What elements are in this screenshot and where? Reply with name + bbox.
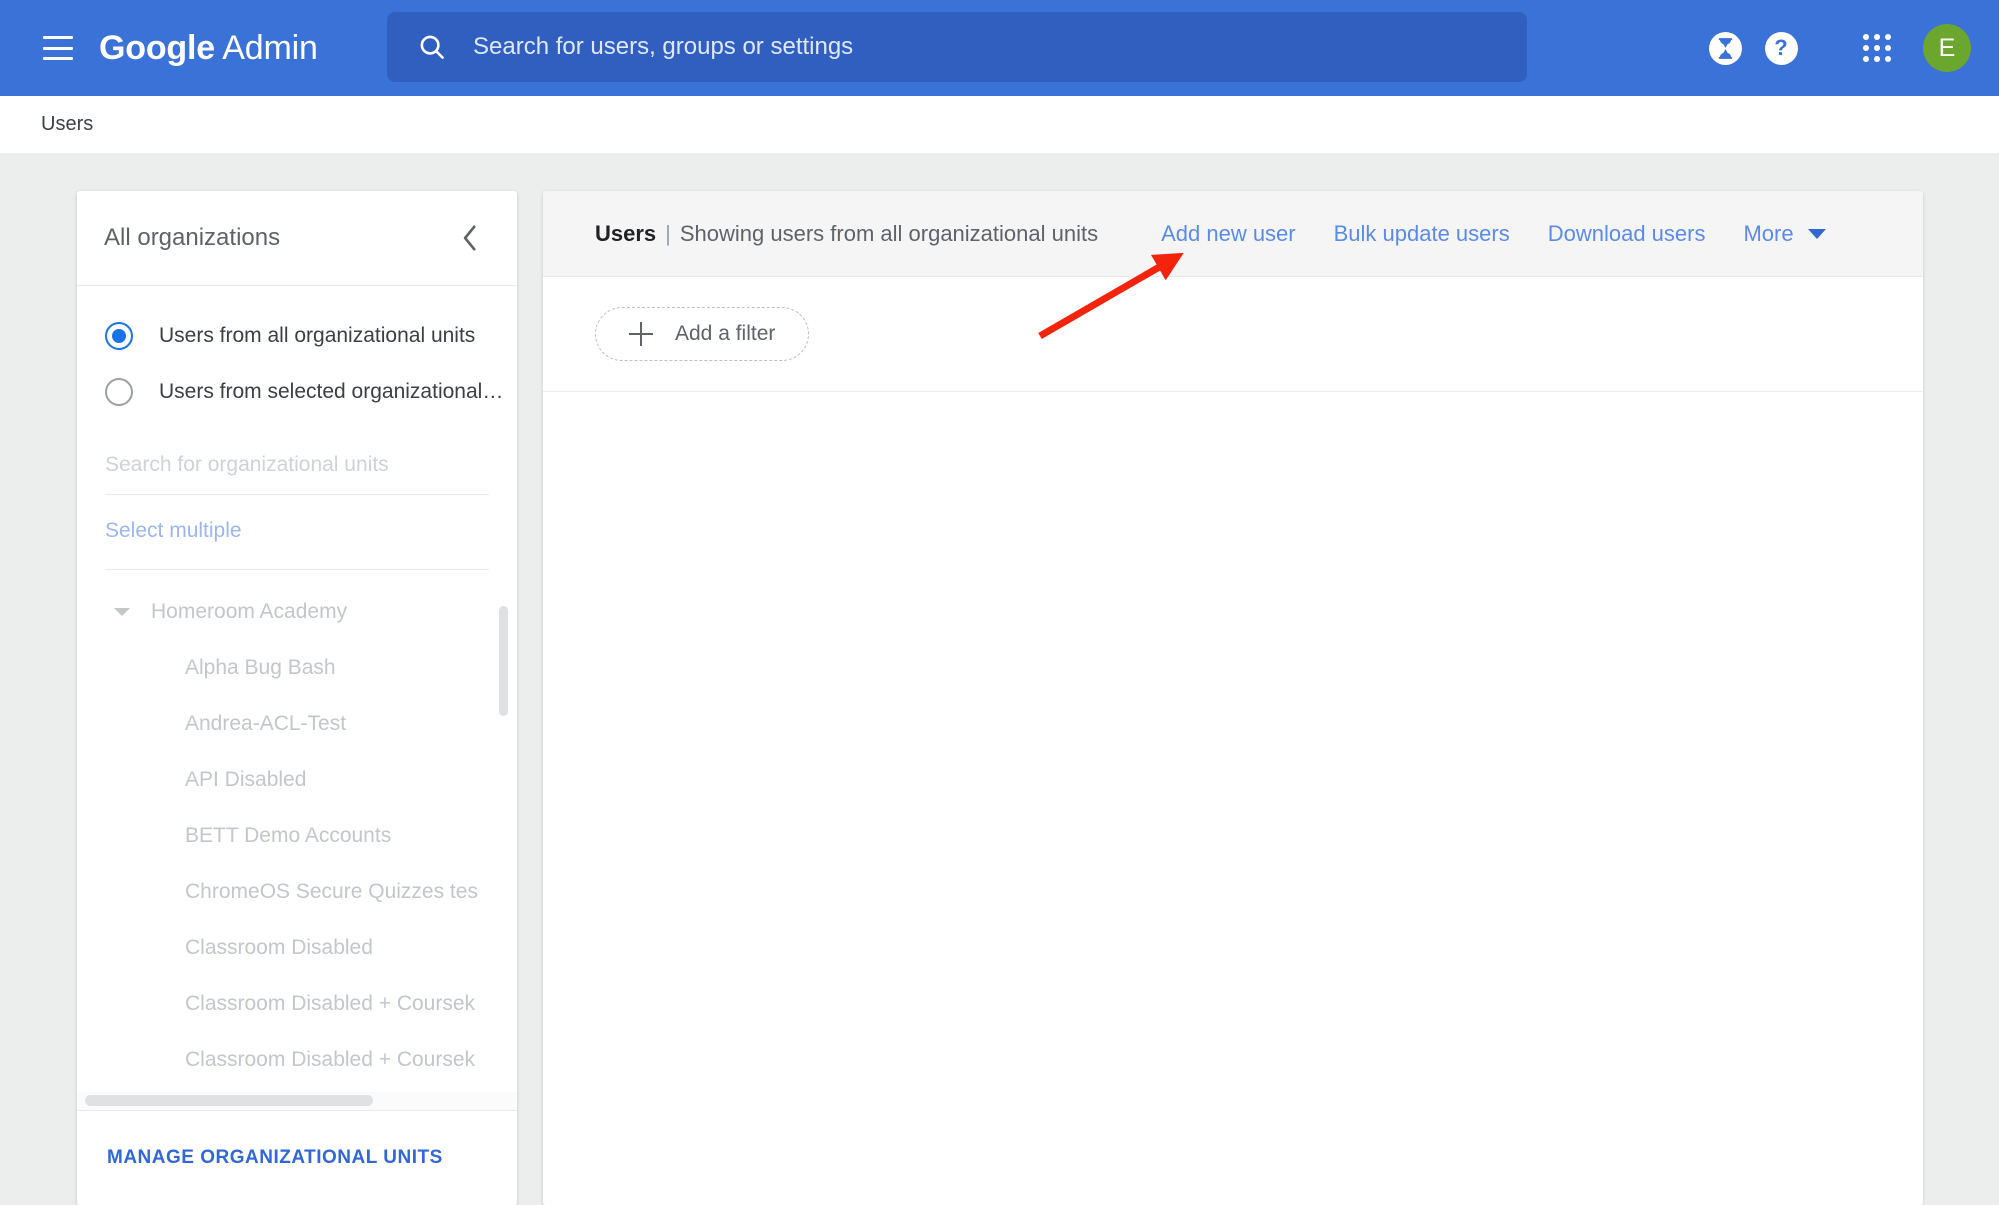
org-tree-horizontal-scrollbar[interactable] <box>85 1095 373 1106</box>
tree-item-label: BETT Demo Accounts <box>185 824 392 847</box>
tree-item-label: Classroom Disabled <box>185 936 373 959</box>
avatar-initial: E <box>1938 33 1956 62</box>
tree-item-label: Homeroom Academy <box>151 600 348 623</box>
tree-item-classroom-disabled[interactable]: Classroom Disabled <box>77 920 517 976</box>
manage-org-units-bar: MANAGE ORGANIZATIONAL UNITS <box>77 1110 517 1205</box>
trial-hourglass-icon[interactable] <box>1697 20 1753 76</box>
title-separator: | <box>665 220 671 246</box>
add-new-user-button[interactable]: Add new user <box>1161 221 1296 247</box>
tree-item-label: Andrea-ACL-Test <box>185 712 347 735</box>
radio-selected-org-units-label: Users from selected organizational… <box>159 380 504 403</box>
brand-google: Google <box>99 29 215 67</box>
chevron-down-icon <box>1807 228 1826 239</box>
tree-item-homeroom-academy[interactable]: Homeroom Academy <box>77 584 517 640</box>
download-users-button[interactable]: Download users <box>1548 221 1706 247</box>
global-search-box[interactable] <box>387 12 1527 82</box>
add-a-filter-button[interactable]: Add a filter <box>595 307 810 361</box>
filter-row: Add a filter <box>543 277 1923 392</box>
brand-admin: Admin <box>222 29 318 67</box>
tree-item-classroom-disabled-coursework-1[interactable]: Classroom Disabled + Coursek <box>77 976 517 1032</box>
help-icon-glyph: ? <box>1774 35 1788 60</box>
help-icon[interactable]: ? <box>1753 20 1809 76</box>
search-input[interactable] <box>473 27 1353 67</box>
hamburger-menu-icon[interactable] <box>43 36 73 60</box>
organization-panel: All organizations Users from all organiz… <box>77 191 517 1205</box>
select-multiple-link[interactable]: Select multiple <box>105 519 242 543</box>
caret-down-icon[interactable] <box>105 607 139 617</box>
workspace: All organizations Users from all organiz… <box>0 153 1999 1205</box>
chevron-left-icon[interactable] <box>453 221 487 255</box>
tree-item-andrea-acl-test[interactable]: Andrea-ACL-Test <box>77 696 517 752</box>
page-subtitle: Showing users from all organizational un… <box>679 220 1099 246</box>
tree-item-alpha-bug-bash[interactable]: Alpha Bug Bash <box>77 640 517 696</box>
tree-item-classroom-disabled-coursework-2[interactable]: Classroom Disabled + Coursek <box>77 1032 517 1088</box>
radio-selected-org-units[interactable]: Users from selected organizational… <box>77 364 517 420</box>
add-a-filter-label: Add a filter <box>675 322 776 345</box>
organization-panel-header: All organizations <box>77 191 517 286</box>
tree-item-bett-demo-accounts[interactable]: BETT Demo Accounts <box>77 808 517 864</box>
organization-panel-title: All organizations <box>104 224 281 251</box>
tree-item-chromeos-secure-quizzes[interactable]: ChromeOS Secure Quizzes tes <box>77 864 517 920</box>
users-card-header: Users | Showing users from all organizat… <box>543 191 1923 277</box>
account-avatar[interactable]: E <box>1923 24 1971 72</box>
breadcrumb-bar: Users <box>0 96 1999 153</box>
org-unit-search-wrapper <box>105 448 489 495</box>
users-card: Users | Showing users from all organizat… <box>543 191 1923 1205</box>
app-root: Google Admin Search for users, groups or… <box>0 0 1999 1205</box>
more-menu-label: More <box>1743 220 1794 246</box>
scope-radio-group: Users from all organizational units User… <box>77 286 517 420</box>
brand-logo: Google Admin <box>99 31 318 65</box>
manage-organizational-units-button[interactable]: MANAGE ORGANIZATIONAL UNITS <box>107 1147 443 1169</box>
org-unit-search-input[interactable] <box>105 448 489 482</box>
tree-item-label: Classroom Disabled + Coursek <box>185 1048 476 1071</box>
header-icon-group: ? E <box>1697 0 1971 96</box>
bulk-update-users-button[interactable]: Bulk update users <box>1334 221 1510 247</box>
radio-all-org-units-label: Users from all organizational units <box>159 324 476 347</box>
tree-item-label: Classroom Disabled + Coursek <box>185 992 476 1015</box>
users-card-actions: Add new user Bulk update users Download … <box>1161 221 1826 247</box>
tree-item-label: API Disabled <box>185 768 307 791</box>
search-icon <box>417 32 447 62</box>
radio-selected-org-units-control[interactable] <box>105 378 133 406</box>
breadcrumb[interactable]: Users <box>41 113 93 136</box>
apps-grid-icon[interactable] <box>1849 20 1905 76</box>
page-title: Users <box>595 220 657 246</box>
more-menu-button[interactable]: More <box>1743 220 1826 247</box>
org-tree-vertical-scrollbar[interactable] <box>499 606 508 716</box>
plus-icon <box>629 322 653 346</box>
org-tree-horizontal-scrollbar-track <box>77 1092 517 1110</box>
org-panel-divider <box>105 569 489 570</box>
org-unit-tree: Homeroom Academy Alpha Bug Bash Andrea-A… <box>77 584 517 1094</box>
tree-item-label: ChromeOS Secure Quizzes tes <box>185 880 478 903</box>
tree-item-label: Alpha Bug Bash <box>185 656 336 679</box>
radio-all-org-units-control[interactable] <box>105 322 133 350</box>
radio-all-org-units[interactable]: Users from all organizational units <box>77 308 517 364</box>
top-app-bar: Google Admin Search for users, groups or… <box>0 0 1999 96</box>
tree-item-api-disabled[interactable]: API Disabled <box>77 752 517 808</box>
